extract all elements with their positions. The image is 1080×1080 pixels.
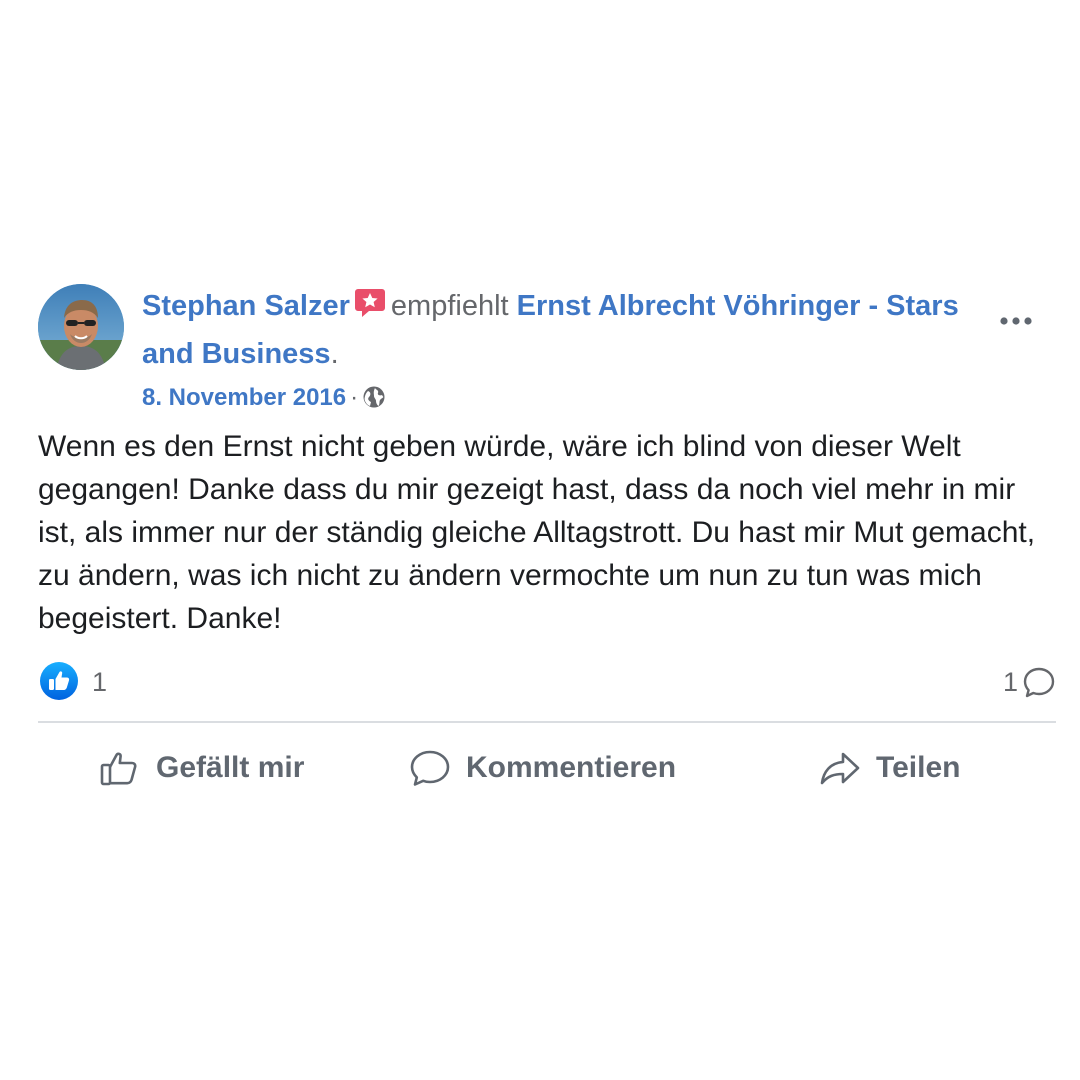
comment-icon	[1023, 667, 1055, 698]
share-button[interactable]: Teilen	[818, 738, 960, 798]
more-options-icon	[1000, 317, 1032, 325]
meta-separator: ·	[350, 384, 359, 411]
post-meta: 8. November 2016 ·	[142, 378, 962, 422]
thumbs-up-icon	[100, 752, 137, 786]
post-date-link[interactable]: 8. November 2016	[142, 384, 346, 411]
title-period: .	[330, 338, 339, 370]
post-stats: 1 1	[38, 662, 1056, 702]
author-name-link[interactable]: Stephan Salzer	[142, 290, 350, 322]
comment-count-value: 1	[1002, 667, 1018, 697]
share-button-label: Teilen	[876, 751, 961, 784]
post-header: Stephan Salzer empfiehlt Ernst Albrecht V…	[142, 284, 962, 422]
divider	[38, 721, 1056, 723]
share-arrow-icon	[820, 752, 860, 785]
avatar-image	[38, 284, 124, 370]
comment-button-label: Kommentieren	[466, 751, 677, 784]
action-verb: empfiehlt	[390, 290, 509, 322]
comment-icon	[410, 750, 450, 786]
globe-icon[interactable]	[362, 382, 386, 422]
post-body-text: Wenn es den Ernst nicht geben würde, wär…	[38, 430, 1036, 635]
recommend-star-icon	[353, 285, 387, 332]
comment-count[interactable]: 1	[1003, 664, 1056, 700]
avatar[interactable]	[38, 284, 124, 370]
more-options-button[interactable]	[996, 306, 1036, 336]
like-count[interactable]: 1	[92, 664, 107, 700]
like-button-label: Gefällt mir	[156, 751, 305, 784]
like-reaction-icon[interactable]	[40, 662, 78, 700]
comment-button[interactable]: Kommentieren	[408, 738, 676, 798]
post-title-line: Stephan Salzer empfiehlt Ernst Albrecht V…	[142, 284, 962, 376]
post-actions: Gefällt mir Kommentieren Teilen	[38, 738, 1056, 798]
like-button[interactable]: Gefällt mir	[98, 738, 304, 798]
